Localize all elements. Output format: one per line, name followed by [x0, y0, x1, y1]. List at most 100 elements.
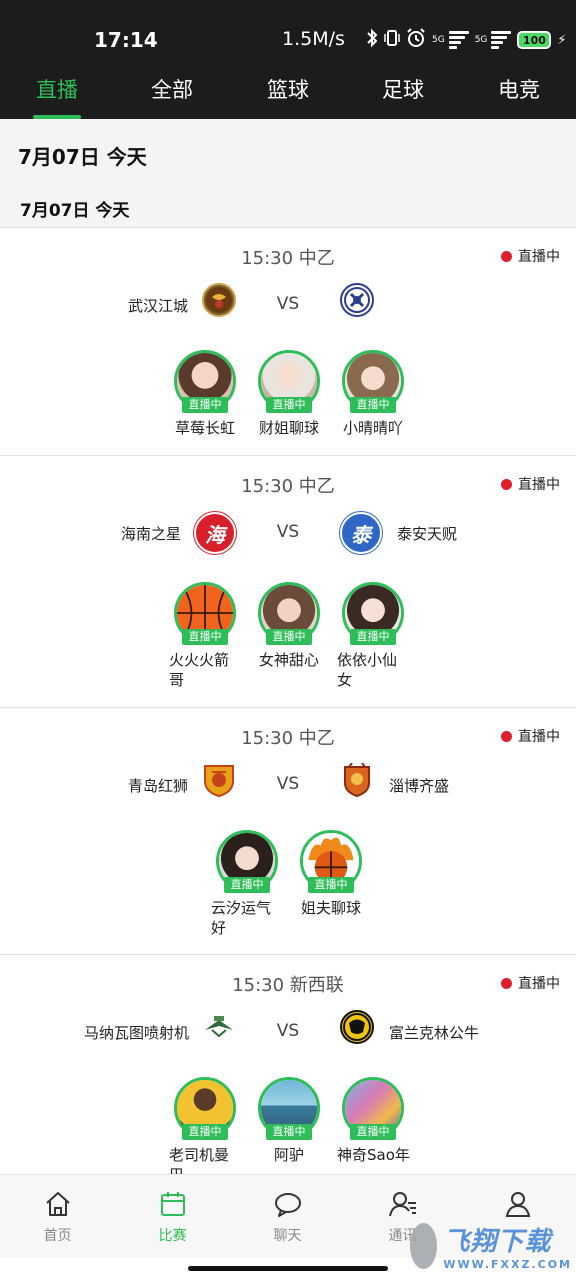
- streamer-name: 财姐聊球: [258, 419, 319, 437]
- live-tag: 直播中: [182, 629, 228, 645]
- match-time-league: 15:30 中乙: [241, 728, 335, 749]
- live-dot-icon: [501, 977, 512, 989]
- live-dot-icon: [501, 250, 512, 262]
- streamer-name: 小晴晴吖: [342, 419, 403, 437]
- match-card[interactable]: 15:30 中乙 直播中 青岛红狮 VS 淄博齐盛 直播中 云汐运气好 直播中 …: [0, 708, 576, 954]
- status-icons: 5G 5G 100 ⚡: [366, 28, 567, 52]
- network-type-2: 5G: [474, 35, 488, 45]
- streamer-name: 云汐运气好: [211, 899, 272, 937]
- home-team-name: 马纳瓦图喷射机: [83, 1024, 189, 1042]
- watermark-logo: [410, 1223, 438, 1269]
- charging-icon: ⚡: [557, 32, 567, 48]
- vs-label: VS: [276, 294, 300, 314]
- date-header: 7月07日 今天 7月07日 今天: [0, 119, 576, 227]
- live-status-label: 直播中: [518, 477, 560, 493]
- live-dot-icon: [501, 730, 512, 742]
- network-speed: 1.5M/s: [282, 28, 345, 50]
- watermark-title: 飞翔下载: [443, 1227, 552, 1257]
- signal-icon-2: [491, 31, 512, 49]
- live-status-badge: 直播中: [501, 973, 560, 993]
- live-status-label: 直播中: [518, 729, 560, 745]
- away-team-logo: 泰: [340, 512, 382, 554]
- match-time-league: 15:30 中乙: [241, 248, 335, 269]
- live-status-label: 直播中: [518, 976, 560, 992]
- nav-matches[interactable]: 比赛: [115, 1189, 230, 1245]
- nav-home[interactable]: 首页: [0, 1189, 115, 1245]
- status-bar: 17:14 1.5M/s 5G 5G 100 ⚡: [0, 0, 576, 68]
- live-status-badge: 直播中: [501, 474, 560, 494]
- away-team-name: 淄博齐盛: [389, 777, 450, 795]
- bluetooth-icon: [366, 28, 378, 52]
- streamer-name: 女神甜心: [258, 651, 319, 669]
- signal-icon-1: [448, 31, 469, 49]
- live-tag: 直播中: [182, 397, 228, 413]
- home-team-name: 武汉江城: [127, 297, 188, 315]
- live-status-badge: 直播中: [501, 246, 560, 266]
- nav-chat-label: 聊天: [273, 1228, 302, 1244]
- live-tag: 直播中: [266, 397, 312, 413]
- category-tabs: 直播 全部 篮球 足球 电竞: [0, 68, 576, 119]
- live-tag: 直播中: [266, 629, 312, 645]
- calendar-icon: [160, 1192, 185, 1216]
- tab-esports[interactable]: 电竞: [474, 74, 564, 104]
- home-indicator[interactable]: [188, 1266, 388, 1271]
- vibrate-icon: [384, 28, 400, 52]
- live-status-label: 直播中: [518, 249, 560, 265]
- home-team-logo: 海: [194, 512, 236, 554]
- streamer-name: 草莓长虹: [174, 419, 235, 437]
- home-icon: [45, 1192, 70, 1216]
- live-tag: 直播中: [350, 1124, 396, 1140]
- match-time-league: 15:30 新西联: [232, 975, 344, 996]
- away-team-logo: [340, 763, 374, 797]
- streamer-name: 老司机曼巴: [169, 1146, 230, 1174]
- tab-all[interactable]: 全部: [127, 74, 217, 104]
- streamer-name: 阿驴: [273, 1146, 304, 1164]
- profile-icon: [505, 1192, 530, 1217]
- home-team-logo: [202, 763, 236, 797]
- vs-label: VS: [276, 774, 300, 794]
- away-team-name: 泰安天贶: [397, 525, 458, 543]
- live-tag: 直播中: [266, 1124, 312, 1140]
- streamer-name: 依依小仙女: [337, 651, 398, 689]
- live-tag: 直播中: [308, 877, 354, 893]
- date-subtitle: 7月07日 今天: [20, 201, 130, 221]
- watermark: 飞翔下载 WWW.FXXZ.COM: [410, 1218, 572, 1274]
- match-card[interactable]: 15:30 中乙 直播中 武汉江城 VS 直播中 草莓长虹 直播中 财姐聊球 直…: [0, 228, 576, 455]
- status-time: 17:14: [94, 28, 158, 52]
- match-card[interactable]: 15:30 中乙 直播中 海南之星 海 VS 泰 泰安天贶 直播中 火火火箭哥 …: [0, 456, 576, 707]
- home-team-name: 海南之星: [120, 525, 181, 543]
- match-card[interactable]: 15:30 新西联 直播中 马纳瓦图喷射机 VS 富兰克林公牛 直播中 老司机曼…: [0, 955, 576, 1174]
- tab-football[interactable]: 足球: [358, 74, 448, 104]
- top-header: 17:14 1.5M/s 5G 5G 100 ⚡ 直播 全部 篮球 足球 电竞: [0, 0, 576, 119]
- vs-label: VS: [276, 1021, 300, 1041]
- chat-bubble-icon: [274, 1193, 301, 1217]
- home-team-logo: [202, 1010, 236, 1044]
- live-tag: 直播中: [224, 877, 270, 893]
- nav-chat[interactable]: 聊天: [230, 1189, 345, 1245]
- home-team-name: 青岛红狮: [127, 777, 188, 795]
- watermark-url: WWW.FXXZ.COM: [443, 1258, 572, 1271]
- nav-matches-label: 比赛: [158, 1228, 187, 1244]
- streamer-name: 姐夫聊球: [300, 899, 361, 917]
- live-tag: 直播中: [350, 629, 396, 645]
- live-tag: 直播中: [182, 1124, 228, 1140]
- live-status-badge: 直播中: [501, 726, 560, 746]
- contacts-icon: [388, 1192, 416, 1217]
- battery-icon: 100: [517, 31, 552, 49]
- live-tag: 直播中: [350, 397, 396, 413]
- date-title: 7月07日 今天: [18, 145, 147, 169]
- away-team-name: 富兰克林公牛: [389, 1024, 480, 1042]
- network-type-1: 5G: [432, 35, 445, 45]
- tab-basketball[interactable]: 篮球: [243, 74, 333, 104]
- away-team-logo: [340, 1010, 374, 1044]
- streamer-name: 神奇Sao年: [337, 1146, 410, 1164]
- live-dot-icon: [501, 478, 512, 490]
- alarm-icon: [406, 28, 426, 52]
- vs-label: VS: [276, 522, 300, 542]
- home-team-logo: [202, 283, 236, 317]
- streamer-name: 火火火箭哥: [169, 651, 230, 689]
- away-team-logo: [340, 283, 374, 317]
- nav-home-label: 首页: [43, 1228, 72, 1244]
- match-time-league: 15:30 中乙: [241, 476, 335, 497]
- tab-live[interactable]: 直播: [12, 74, 102, 104]
